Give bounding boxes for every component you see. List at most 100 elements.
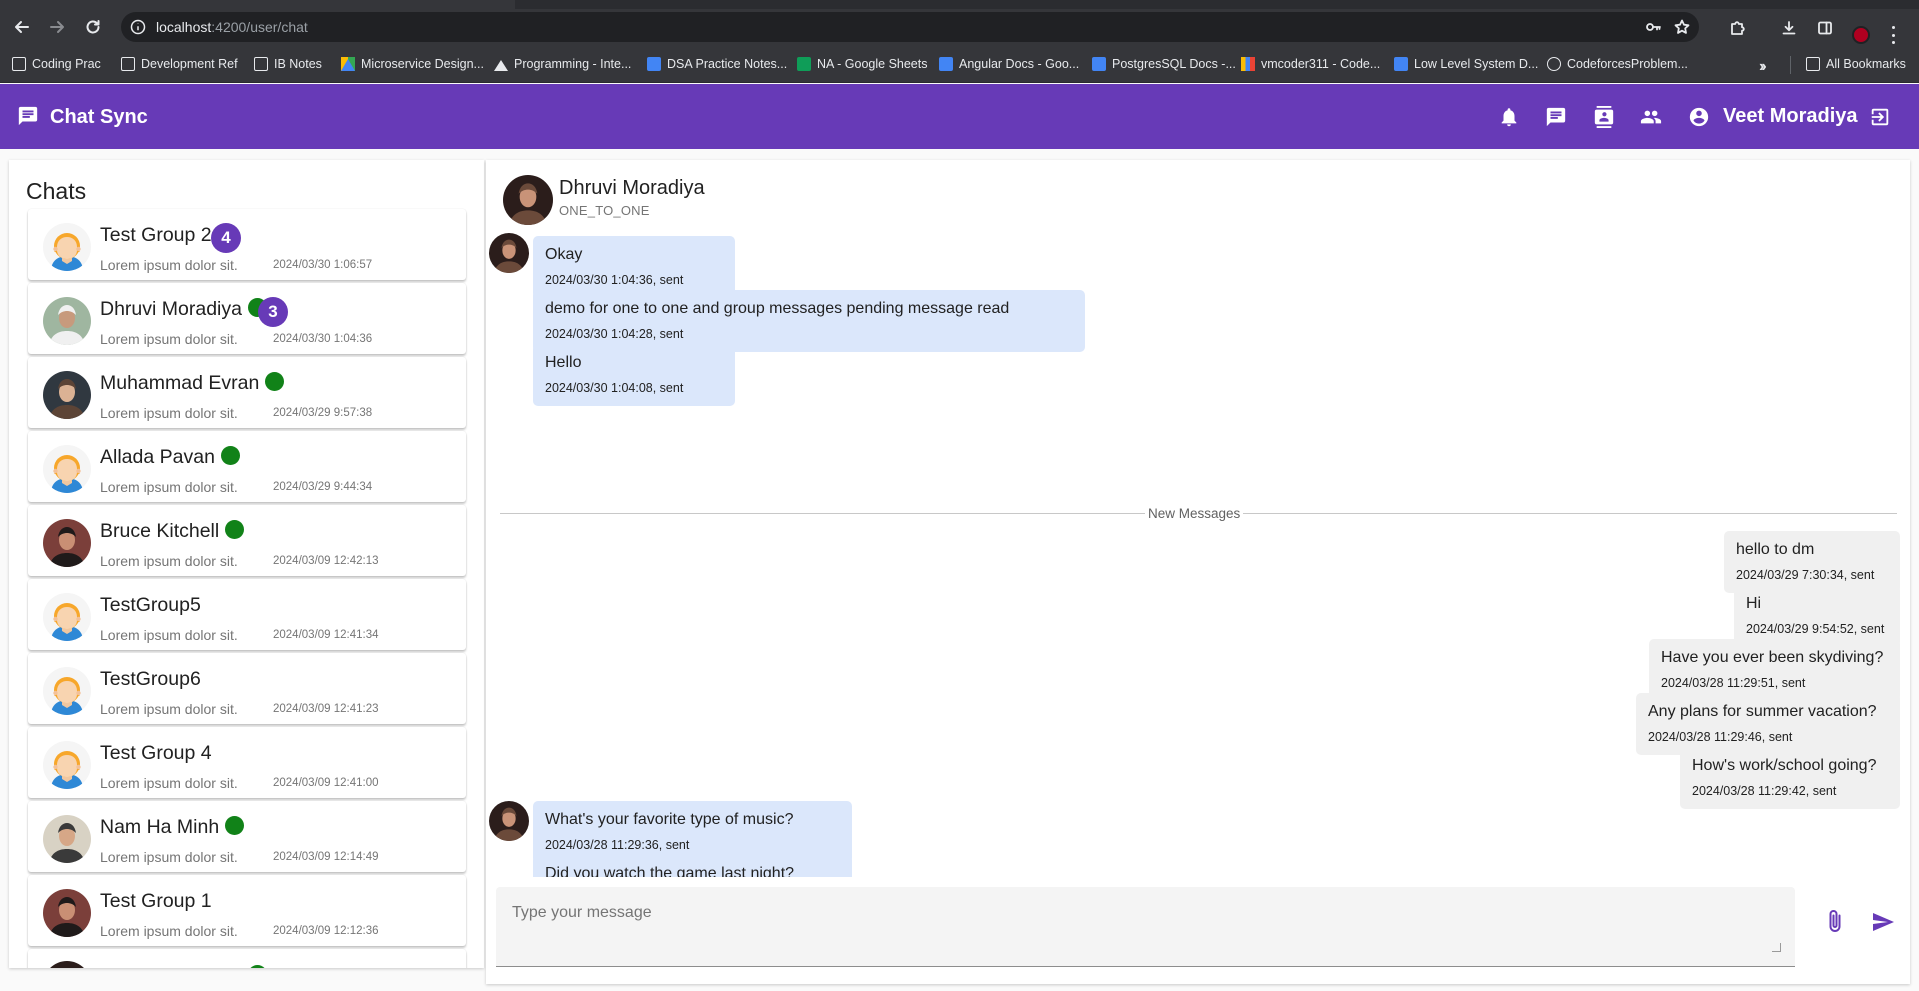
new-messages-label: New Messages xyxy=(1145,506,1244,521)
mountain-icon xyxy=(494,57,508,71)
message-text: Did you watch the game last night? xyxy=(545,865,795,877)
attach-file-icon[interactable] xyxy=(1823,909,1849,935)
chat-name-text: Dhruvi Moradiya xyxy=(100,298,242,320)
online-status-dot xyxy=(265,372,285,391)
incoming-message[interactable]: Did you watch the game last night? xyxy=(533,855,852,877)
online-status-dot xyxy=(220,446,240,465)
chat-name-text: Muhammad Evran xyxy=(100,372,260,394)
chat-list-item[interactable] xyxy=(28,949,466,968)
all-bookmarks-item[interactable]: All Bookmarks xyxy=(1806,54,1906,74)
browser-tab-inactive[interactable] xyxy=(515,0,1919,9)
message-timestamp: 2024/03/29 9:54:52, sent xyxy=(1746,622,1885,636)
chat-timestamp: 2024/03/09 12:14:49 xyxy=(273,851,379,863)
message-input-placeholder: Type your message xyxy=(512,904,652,921)
chat-timestamp: 2024/03/09 12:41:00 xyxy=(273,777,379,789)
unread-count-badge: 3 xyxy=(258,297,288,327)
bookmark-item[interactable]: Development Ref xyxy=(121,54,238,74)
message-timestamp: 2024/03/28 11:29:46, sent xyxy=(1648,730,1793,744)
message-timestamp: 2024/03/30 1:04:28, sent xyxy=(545,327,684,341)
google-docs-icon xyxy=(1394,57,1408,71)
bookmark-item[interactable]: Low Level System D... xyxy=(1394,54,1538,74)
message-timestamp: 2024/03/28 11:29:42, sent xyxy=(1692,784,1837,798)
conversation-avatar[interactable] xyxy=(503,175,553,225)
chat-last-message: Lorem ipsum dolor sit. xyxy=(100,627,238,643)
account-circle-icon[interactable] xyxy=(1687,105,1711,129)
chat-list-item[interactable]: Bruce Kitchell Lorem ipsum dolor sit. 2024… xyxy=(28,505,466,576)
bookmark-item[interactable]: PostgresSQL Docs -... xyxy=(1092,54,1236,74)
chat-name-text: Bruce Kitchell xyxy=(100,520,220,542)
chat-list-item[interactable]: TestGroup5 Lorem ipsum dolor sit. 2024/03/… xyxy=(28,579,466,650)
browser-menu-icon[interactable] xyxy=(1890,26,1896,44)
message-text: How's work/school going? xyxy=(1692,757,1877,774)
profile-avatar-icon[interactable] xyxy=(1852,26,1870,44)
bookmark-item[interactable]: Microservice Design... xyxy=(341,54,484,74)
outgoing-message[interactable]: Any plans for summer vacation? 2024/03/28… xyxy=(1636,693,1900,755)
chat-list-item[interactable]: Test Group 2 Lorem ipsum dolor sit. 2024/0… xyxy=(28,209,466,280)
chat-timestamp: 2024/03/30 1:06:57 xyxy=(273,259,373,271)
send-icon[interactable] xyxy=(1870,910,1898,936)
groups-icon[interactable] xyxy=(1639,105,1663,129)
chat-list-item[interactable]: Muhammad Evran Lorem ipsum dolor sit. 2024… xyxy=(28,357,466,428)
bookmark-item[interactable]: Angular Docs - Goo... xyxy=(939,54,1079,74)
incoming-message[interactable]: demo for one to one and group messages p… xyxy=(533,290,1085,352)
message-text: Hello xyxy=(545,354,582,371)
chat-last-message: Lorem ipsum dolor sit. xyxy=(100,479,238,495)
bookmark-item[interactable]: Programming - Inte... xyxy=(494,54,631,74)
chat-list-item[interactable]: Dhruvi Moradiya Lorem ipsum dolor sit. 202… xyxy=(28,283,466,354)
bookmark-item[interactable]: DSA Practice Notes... xyxy=(647,54,787,74)
notifications-bell-icon[interactable] xyxy=(1497,105,1521,129)
chat-list-item[interactable]: Test Group 1 Lorem ipsum dolor sit. 2024/0… xyxy=(28,875,466,946)
chat-timestamp: 2024/03/09 12:42:13 xyxy=(273,555,379,567)
message-text: demo for one to one and group messages p… xyxy=(545,300,1010,317)
chat-name-text: TestGroup5 xyxy=(100,594,201,616)
bookmark-item[interactable]: vmcoder311 - Code... xyxy=(1241,54,1380,74)
message-text: Okay xyxy=(545,246,583,263)
chat-last-message: Lorem ipsum dolor sit. xyxy=(100,405,238,421)
side-panel-icon[interactable] xyxy=(1816,19,1834,37)
extensions-puzzle-icon[interactable] xyxy=(1728,19,1746,37)
incoming-message[interactable]: Hello 2024/03/30 1:04:08, sent xyxy=(533,344,735,406)
message-text: Any plans for summer vacation? xyxy=(1648,703,1877,720)
outgoing-message[interactable]: hello to dm 2024/03/29 7:30:34, sent xyxy=(1724,531,1900,593)
contacts-icon[interactable] xyxy=(1592,105,1616,129)
browser-tab-active[interactable] xyxy=(0,0,515,9)
bookmark-item[interactable]: IB Notes xyxy=(254,54,322,74)
bookmark-star-icon[interactable] xyxy=(1674,19,1690,35)
reload-icon[interactable] xyxy=(83,17,103,37)
chat-name: TestGroup5 xyxy=(100,594,201,617)
chat-list-item[interactable]: TestGroup6 Lorem ipsum dolor sit. 2024/03/… xyxy=(28,653,466,724)
group-avatar-icon xyxy=(43,741,91,789)
chat-last-message: Lorem ipsum dolor sit. xyxy=(100,775,238,791)
back-arrow-icon[interactable] xyxy=(12,17,32,37)
password-key-icon[interactable] xyxy=(1645,19,1661,35)
chat-name: Test Group 1 xyxy=(100,890,212,913)
chat-name: Dhruvi Moradiya xyxy=(100,298,267,321)
outgoing-message[interactable]: Hi 2024/03/29 9:54:52, sent xyxy=(1734,585,1900,647)
outgoing-message[interactable]: How's work/school going? 2024/03/28 11:29… xyxy=(1680,747,1900,809)
chat-name-text: TestGroup6 xyxy=(100,668,201,690)
forward-arrow-icon[interactable] xyxy=(47,17,67,37)
site-info-icon[interactable] xyxy=(130,19,146,35)
outgoing-message[interactable]: Have you ever been skydiving? 2024/03/28 … xyxy=(1649,639,1900,701)
current-user-name[interactable]: Veet Moradiya xyxy=(1723,105,1858,128)
bookmark-item[interactable]: NA - Google Sheets xyxy=(797,54,927,74)
chat-list-item[interactable]: Allada Pavan Lorem ipsum dolor sit. 2024/0… xyxy=(28,431,466,502)
resize-handle-icon[interactable] xyxy=(1772,943,1781,952)
logout-icon[interactable] xyxy=(1868,105,1892,129)
chat-timestamp: 2024/03/09 12:41:23 xyxy=(273,703,379,715)
download-icon[interactable] xyxy=(1780,19,1798,37)
chat-list-item[interactable]: Test Group 4 Lorem ipsum dolor sit. 2024/0… xyxy=(28,727,466,798)
incoming-message[interactable]: Okay 2024/03/30 1:04:36, sent xyxy=(533,236,735,298)
bookmarks-overflow-icon[interactable]: ›› xyxy=(1759,58,1766,76)
address-bar[interactable]: localhost:4200/user/chat xyxy=(121,12,1699,42)
message-timestamp: 2024/03/30 1:04:36, sent xyxy=(545,273,684,287)
message-text: Have you ever been skydiving? xyxy=(1661,649,1884,666)
chat-list-item[interactable]: Nam Ha Minh Lorem ipsum dolor sit. 2024/03… xyxy=(28,801,466,872)
chat-nav-icon[interactable] xyxy=(1544,105,1568,129)
bookmark-item[interactable]: Coding Prac xyxy=(12,54,101,74)
message-input[interactable]: Type your message xyxy=(496,887,1795,967)
app-title[interactable]: Chat Sync xyxy=(50,106,148,129)
bookmark-item[interactable]: CodeforcesProblem... xyxy=(1547,54,1688,74)
incoming-message[interactable]: What's your favorite type of music? 2024/… xyxy=(533,801,852,863)
conversation-name[interactable]: Dhruvi Moradiya xyxy=(559,177,705,200)
